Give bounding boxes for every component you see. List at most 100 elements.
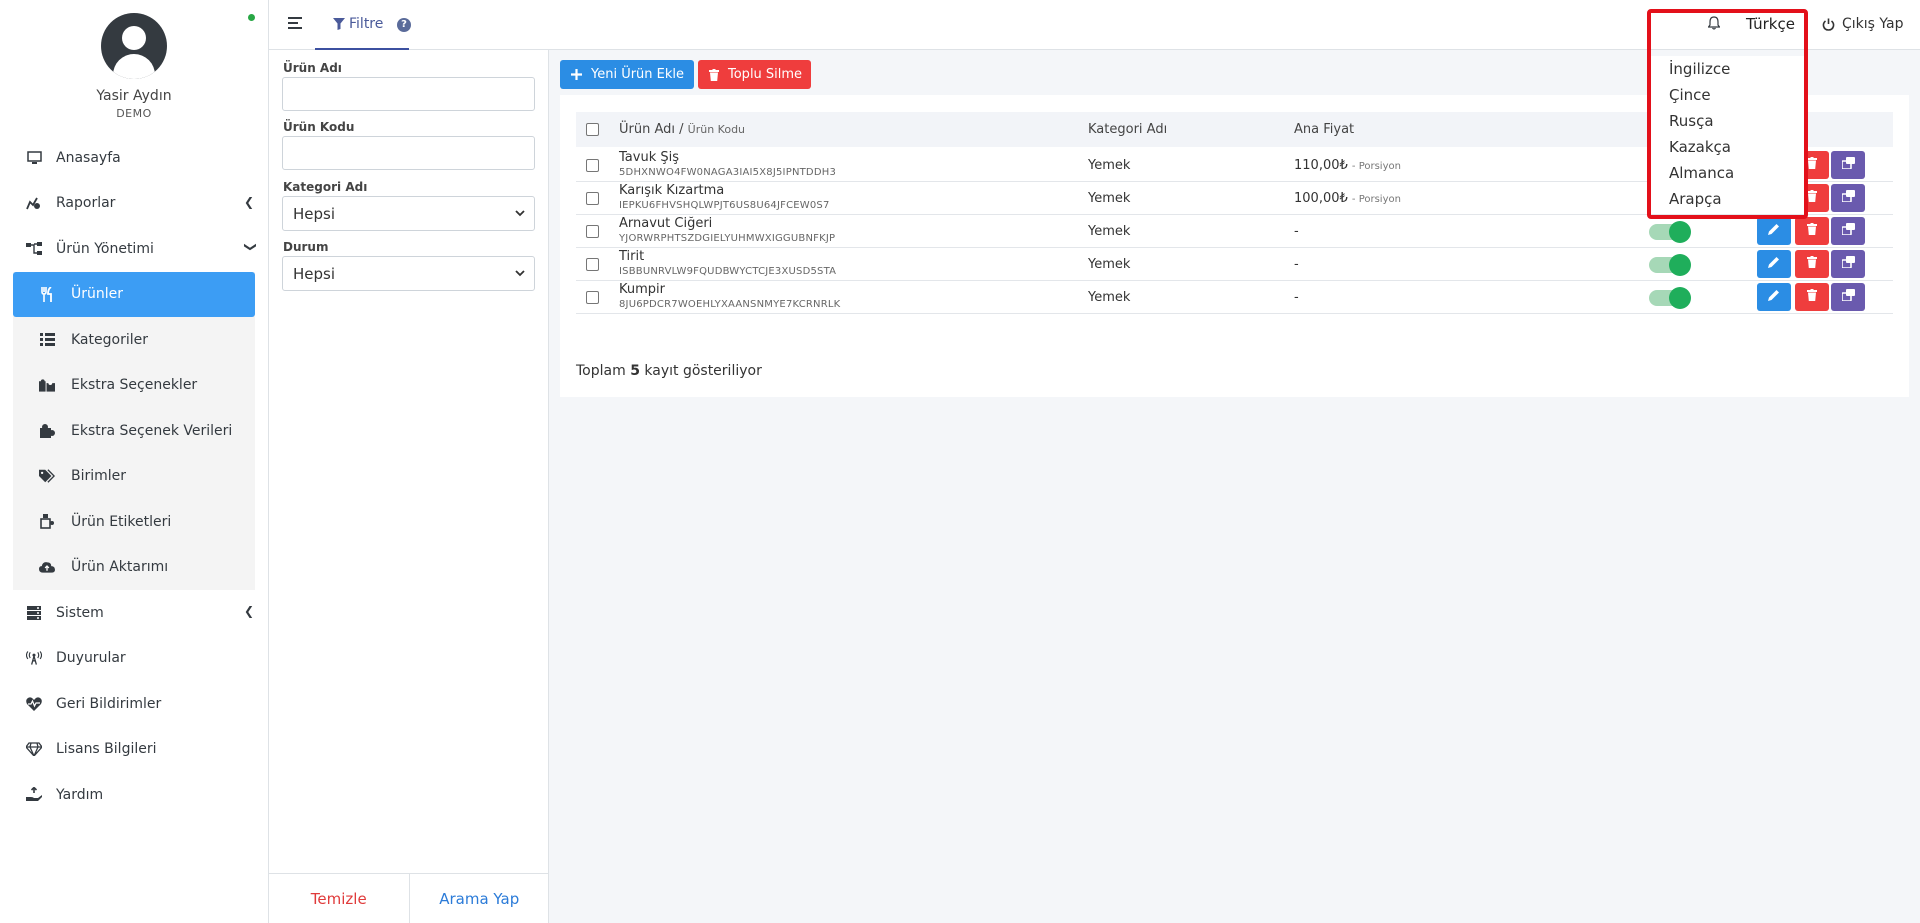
product-code: IEPKU6FHVSHQLWPJT6US8U64JFCEW0S7 xyxy=(619,200,830,211)
status-toggle[interactable] xyxy=(1649,287,1691,309)
sidebar-item-label: Sistem xyxy=(56,604,104,621)
total-prefix: Toplam xyxy=(576,363,626,379)
sidebar-item-urun-yonetimi[interactable]: Ürün Yönetimi ❮ xyxy=(0,226,268,272)
price-value: 110,00₺ xyxy=(1294,158,1348,173)
sidebar-item-label: Raporlar xyxy=(56,195,116,212)
product-name: Tavuk Şiş xyxy=(619,150,679,165)
add-product-button[interactable]: Yeni Ürün Ekle xyxy=(560,60,694,89)
sidebar-item-birimler[interactable]: Birimler xyxy=(13,454,255,500)
trash-icon xyxy=(1807,190,1817,206)
sidebar-item-ekstra-secenekler[interactable]: Ekstra Seçenekler xyxy=(13,363,255,409)
sidebar-item-urun-aktarimi[interactable]: Ürün Aktarımı xyxy=(13,545,255,591)
status-label: Durum xyxy=(283,240,329,254)
sidebar-item-raporlar[interactable]: Raporlar ❮ xyxy=(0,181,268,227)
category-select-value: Hepsi xyxy=(293,204,336,223)
column-header-category[interactable]: Kategori Adı xyxy=(1088,122,1167,137)
table-row[interactable]: Kumpir 8JU6PDCR7WOEHLYXAANSNMYE7KCRNRLK Ye… xyxy=(576,281,1893,314)
sidebar-item-label: Anasayfa xyxy=(56,149,121,166)
product-name: Karışık Kızartma xyxy=(619,183,725,198)
product-name-input[interactable] xyxy=(282,77,535,111)
sidebar-item-yardim[interactable]: Yardım xyxy=(0,772,268,818)
edit-button[interactable] xyxy=(1757,250,1791,278)
sidebar-item-anasayfa[interactable]: Anasayfa xyxy=(0,135,268,181)
chevron-left-icon: ❮ xyxy=(243,194,254,209)
sidebar-item-urun-etiketleri[interactable]: Ürün Etiketleri xyxy=(13,499,255,545)
search-button[interactable]: Arama Yap xyxy=(410,874,550,923)
bulk-delete-button[interactable]: Toplu Silme xyxy=(698,60,811,89)
sidebar-item-label: Ekstra Seçenekler xyxy=(71,377,198,394)
row-checkbox[interactable] xyxy=(586,291,599,304)
select-all-checkbox[interactable] xyxy=(586,123,599,136)
edit-button[interactable] xyxy=(1757,283,1791,311)
row-checkbox[interactable] xyxy=(586,192,599,205)
filter-panel: Ürün Adı Ürün Kodu Kategori Adı Hepsi Du… xyxy=(269,50,549,923)
copy-button[interactable] xyxy=(1831,151,1865,179)
delete-button[interactable] xyxy=(1795,217,1829,245)
sidebar-item-label: Geri Bildirimler xyxy=(56,695,162,712)
product-code-input[interactable] xyxy=(282,136,535,170)
sidebar-item-urunler[interactable]: Ürünler xyxy=(13,271,255,317)
tab-filter[interactable]: Filtre xyxy=(315,0,409,50)
product-price: - xyxy=(1294,224,1299,239)
help-icon[interactable]: ? xyxy=(397,18,411,32)
sidebar: Yasir Aydın DEMO Anasayfa Raporlar ❮ Ürü… xyxy=(0,0,269,923)
status-toggle[interactable] xyxy=(1649,254,1691,276)
price-unit: - Porsiyon xyxy=(1351,194,1401,205)
sidebar-item-label: Ürün Aktarımı xyxy=(71,559,169,576)
logout-button[interactable]: Çıkış Yap xyxy=(1822,16,1904,32)
sidebar-item-lisans-bilgileri[interactable]: Lisans Bilgileri xyxy=(0,727,268,773)
delete-button[interactable] xyxy=(1795,250,1829,278)
category-select[interactable]: Hepsi xyxy=(282,196,535,231)
user-name: Yasir Aydın xyxy=(96,88,172,104)
status-select[interactable]: Hepsi xyxy=(282,256,535,291)
copy-button[interactable] xyxy=(1831,184,1865,212)
add-product-label: Yeni Ürün Ekle xyxy=(591,67,685,82)
list-icon xyxy=(39,332,55,348)
total-count: 5 xyxy=(630,363,640,379)
product-name: Arnavut Ciğeri xyxy=(619,216,713,231)
row-checkbox[interactable] xyxy=(586,225,599,238)
filter-actions: Temizle Arama Yap xyxy=(269,873,549,923)
sidebar-item-ekstra-secenek-verileri[interactable]: Ekstra Seçenek Verileri xyxy=(13,408,255,454)
chevron-down-icon xyxy=(515,210,525,217)
status-toggle[interactable] xyxy=(1649,221,1691,243)
sidebar-item-duyurular[interactable]: Duyurular xyxy=(0,636,268,682)
table-row[interactable]: Arnavut Ciğeri YJORWRPHTSZDGIELYUHMWXIGGU… xyxy=(576,215,1893,248)
trash-icon xyxy=(1807,223,1817,239)
user-profile: Yasir Aydın DEMO xyxy=(0,0,268,135)
menu-toggle-icon[interactable] xyxy=(288,17,302,29)
product-price: - xyxy=(1294,257,1299,272)
avatar[interactable] xyxy=(101,13,167,79)
sidebar-item-label: Duyurular xyxy=(56,650,126,667)
copy-button[interactable] xyxy=(1831,283,1865,311)
sidebar-item-sistem[interactable]: Sistem ❮ xyxy=(0,590,268,636)
copy-button[interactable] xyxy=(1831,250,1865,278)
product-category: Yemek xyxy=(1088,257,1131,272)
product-code-label: Ürün Kodu xyxy=(283,120,355,134)
clear-button[interactable]: Temizle xyxy=(269,874,410,923)
trash-icon xyxy=(1807,256,1817,272)
product-code: 8JU6PDCR7WOEHLYXAANSNMYE7KCRNRLK xyxy=(619,299,841,310)
power-icon xyxy=(1822,18,1835,31)
chevron-down-icon: ❮ xyxy=(241,241,256,253)
online-status-dot xyxy=(248,14,255,21)
puzzle-icon xyxy=(39,377,55,393)
product-category: Yemek xyxy=(1088,191,1131,206)
sidebar-item-kategoriler[interactable]: Kategoriler xyxy=(13,317,255,363)
pencil-icon xyxy=(1768,289,1780,305)
gem-icon xyxy=(26,741,42,757)
table-row[interactable]: Tirit ISBBUNRVLW9FQUDBWYCTCJE3XUSD5STA Yem… xyxy=(576,248,1893,281)
column-header-price[interactable]: Ana Fiyat xyxy=(1294,122,1354,137)
column-header-name[interactable]: Ürün Adı / Ürün Kodu xyxy=(619,122,745,137)
chevron-left-icon: ❮ xyxy=(243,604,254,618)
edit-button[interactable] xyxy=(1757,217,1791,245)
row-checkbox[interactable] xyxy=(586,159,599,172)
delete-button[interactable] xyxy=(1795,283,1829,311)
copy-button[interactable] xyxy=(1831,217,1865,245)
sidebar-item-geri-bildirimler[interactable]: Geri Bildirimler xyxy=(0,681,268,727)
trash-icon xyxy=(1807,157,1817,173)
cloud-upload-icon xyxy=(39,559,55,575)
row-checkbox[interactable] xyxy=(586,258,599,271)
sidebar-item-label: Ekstra Seçenek Verileri xyxy=(71,422,233,439)
sidebar-item-label: Kategoriler xyxy=(71,331,148,348)
